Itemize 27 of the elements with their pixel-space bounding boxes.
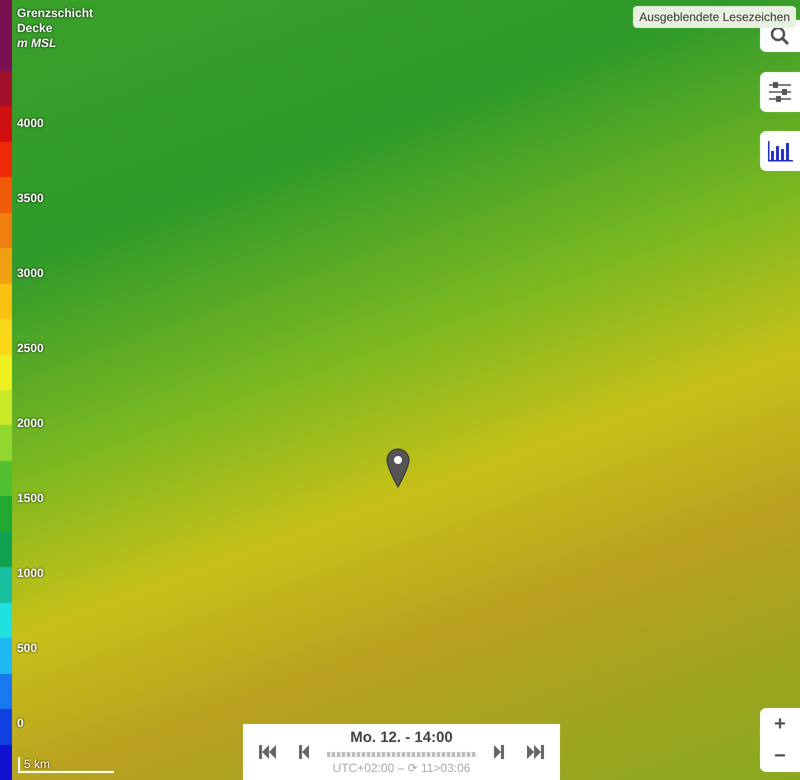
skip-forward-icon xyxy=(526,745,544,759)
bar-chart-icon xyxy=(767,140,793,162)
scale-label: 2000 xyxy=(17,415,44,432)
time-label: Mo. 12. - 14:00 xyxy=(350,728,453,748)
location-pin-icon xyxy=(386,448,410,488)
zoom-in-button[interactable]: + xyxy=(774,714,786,734)
terrain-map[interactable]: Grenzschicht Decke m MSL 4000 3500 3000 2500 2000 1500 1000 500 0 Ausgeblendete Lesezeichen 5 km Mo. 12. - 14:00 UTC+02:00 – ⟳ 11>03:06 + − xyxy=(0,0,800,780)
settings-button[interactable] xyxy=(760,72,800,112)
scale-label: 0 xyxy=(17,715,24,732)
step-forward-icon xyxy=(494,745,504,759)
scale-label: 3500 xyxy=(17,190,44,207)
scale-label: 4000 xyxy=(17,115,44,132)
timezone-info: UTC+02:00 – ⟳ 11>03:06 xyxy=(332,760,470,777)
search-icon xyxy=(770,26,790,46)
scale-label: 1000 xyxy=(17,565,44,582)
scale-label: 5 km xyxy=(24,757,50,771)
scale-label: 2500 xyxy=(17,340,44,357)
chart-button[interactable] xyxy=(760,131,800,171)
sliders-icon xyxy=(768,82,792,102)
scale-label: 3000 xyxy=(17,265,44,282)
scale-label: 1500 xyxy=(17,490,44,507)
bookmark-tooltip: Ausgeblendete Lesezeichen xyxy=(633,6,796,28)
legend-unit: m MSL xyxy=(17,36,58,51)
scale-label: 500 xyxy=(17,640,38,657)
skip-back-icon xyxy=(259,745,277,759)
step-back-icon xyxy=(299,745,309,759)
zoom-out-button[interactable]: − xyxy=(774,746,786,766)
